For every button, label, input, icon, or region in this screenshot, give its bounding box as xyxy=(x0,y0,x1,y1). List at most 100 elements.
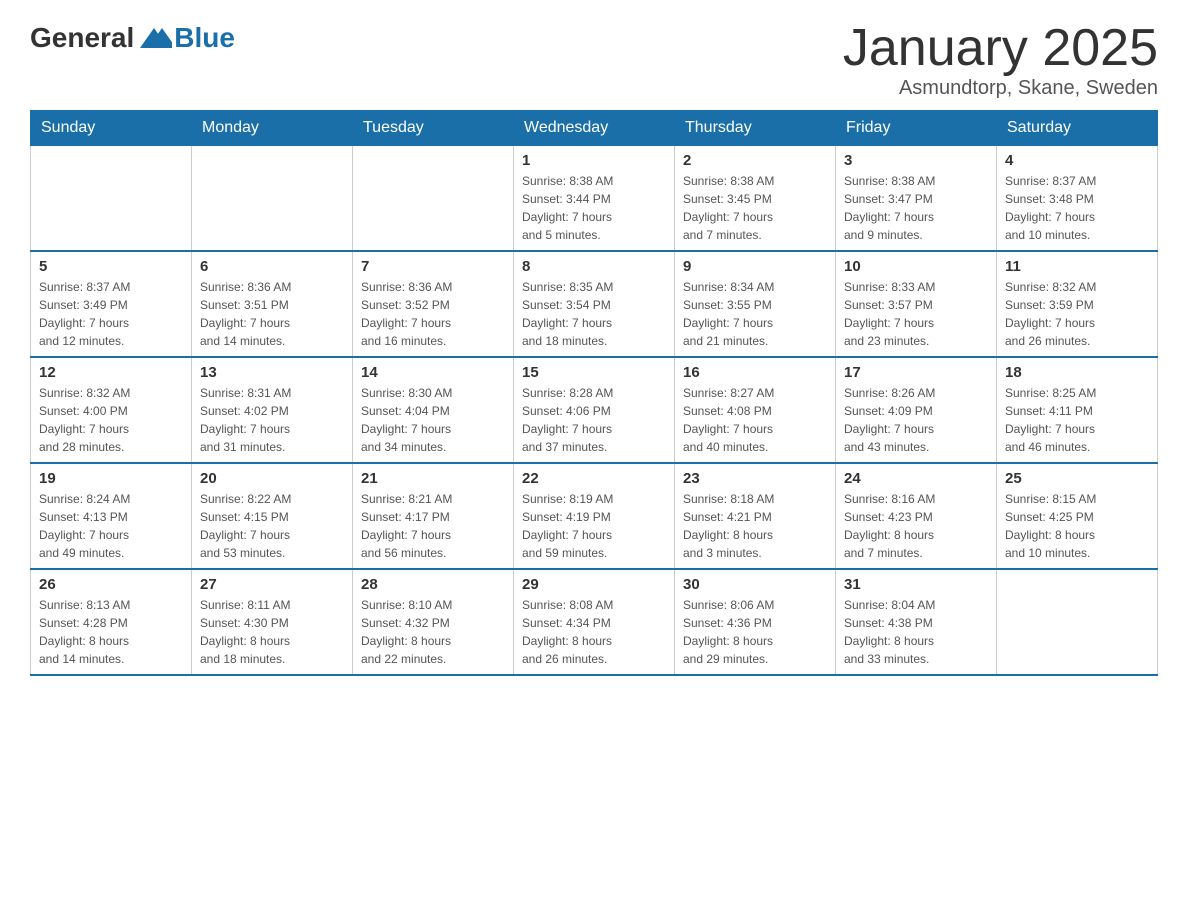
day-number: 27 xyxy=(200,576,344,593)
day-info: Sunrise: 8:25 AM Sunset: 4:11 PM Dayligh… xyxy=(1005,384,1149,456)
day-number: 30 xyxy=(683,576,827,593)
calendar-cell xyxy=(31,146,192,252)
day-number: 11 xyxy=(1005,258,1149,275)
calendar-cell: 31 Sunrise: 8:04 AM Sunset: 4:38 PM Dayli… xyxy=(836,569,997,675)
day-number: 20 xyxy=(200,470,344,487)
calendar-cell: 2 Sunrise: 8:38 AM Sunset: 3:45 PM Daylig… xyxy=(675,146,836,252)
calendar-cell: 9Sunrise: 8:34 AM Sunset: 3:55 PM Daylig… xyxy=(675,251,836,357)
day-info: Sunrise: 8:04 AM Sunset: 4:38 PM Dayligh… xyxy=(844,596,988,668)
calendar-cell: 22Sunrise: 8:19 AM Sunset: 4:19 PM Dayli… xyxy=(514,463,675,569)
day-number: 3 xyxy=(844,152,988,169)
day-info: Sunrise: 8:24 AM Sunset: 4:13 PM Dayligh… xyxy=(39,490,183,562)
calendar-body: 1Sunrise: 8:38 AM Sunset: 3:44 PM Daylig… xyxy=(31,146,1158,676)
day-number: 17 xyxy=(844,364,988,381)
day-info: Sunrise: 8:31 AM Sunset: 4:02 PM Dayligh… xyxy=(200,384,344,456)
calendar-cell: 23 Sunrise: 8:18 AM Sunset: 4:21 PM Dayli… xyxy=(675,463,836,569)
calendar-cell: 20 Sunrise: 8:22 AM Sunset: 4:15 PM Dayli… xyxy=(192,463,353,569)
day-number: 14 xyxy=(361,364,505,381)
calendar-cell: 3 Sunrise: 8:38 AM Sunset: 3:47 PM Daylig… xyxy=(836,146,997,252)
calendar-cell: 28Sunrise: 8:10 AM Sunset: 4:32 PM Dayli… xyxy=(353,569,514,675)
day-info: Sunrise: 8:08 AM Sunset: 4:34 PM Dayligh… xyxy=(522,596,666,668)
day-number: 5 xyxy=(39,258,183,275)
day-info: Sunrise: 8:21 AM Sunset: 4:17 PM Dayligh… xyxy=(361,490,505,562)
day-number: 9 xyxy=(683,258,827,275)
calendar-cell: 12Sunrise: 8:32 AM Sunset: 4:00 PM Dayli… xyxy=(31,357,192,463)
calendar-week-2: 5 Sunrise: 8:37 AM Sunset: 3:49 PM Daylig… xyxy=(31,251,1158,357)
day-number: 13 xyxy=(200,364,344,381)
calendar-cell: 16 Sunrise: 8:27 AM Sunset: 4:08 PM Dayli… xyxy=(675,357,836,463)
calendar-cell: 11 Sunrise: 8:32 AM Sunset: 3:59 PM Dayli… xyxy=(997,251,1158,357)
logo-text-blue: Blue xyxy=(174,22,235,53)
day-number: 8 xyxy=(522,258,666,275)
page-header: General Blue January 2025 Asmundtorp, Sk… xyxy=(30,20,1158,100)
calendar-cell: 17 Sunrise: 8:26 AM Sunset: 4:09 PM Dayli… xyxy=(836,357,997,463)
logo-icon xyxy=(136,20,172,56)
day-number: 15 xyxy=(522,364,666,381)
day-info: Sunrise: 8:38 AM Sunset: 3:47 PM Dayligh… xyxy=(844,172,988,244)
calendar-cell: 1Sunrise: 8:38 AM Sunset: 3:44 PM Daylig… xyxy=(514,146,675,252)
location: Asmundtorp, Skane, Sweden xyxy=(843,77,1158,100)
day-info: Sunrise: 8:27 AM Sunset: 4:08 PM Dayligh… xyxy=(683,384,827,456)
day-info: Sunrise: 8:35 AM Sunset: 3:54 PM Dayligh… xyxy=(522,278,666,350)
day-number: 31 xyxy=(844,576,988,593)
day-info: Sunrise: 8:37 AM Sunset: 3:49 PM Dayligh… xyxy=(39,278,183,350)
calendar-cell: 8 Sunrise: 8:35 AM Sunset: 3:54 PM Daylig… xyxy=(514,251,675,357)
day-info: Sunrise: 8:22 AM Sunset: 4:15 PM Dayligh… xyxy=(200,490,344,562)
calendar-week-4: 19 Sunrise: 8:24 AM Sunset: 4:13 PM Dayli… xyxy=(31,463,1158,569)
day-info: Sunrise: 8:16 AM Sunset: 4:23 PM Dayligh… xyxy=(844,490,988,562)
day-number: 12 xyxy=(39,364,183,381)
day-number: 19 xyxy=(39,470,183,487)
calendar-cell: 24 Sunrise: 8:16 AM Sunset: 4:23 PM Dayli… xyxy=(836,463,997,569)
day-number: 26 xyxy=(39,576,183,593)
calendar-week-5: 26 Sunrise: 8:13 AM Sunset: 4:28 PM Dayli… xyxy=(31,569,1158,675)
calendar-cell: 30 Sunrise: 8:06 AM Sunset: 4:36 PM Dayli… xyxy=(675,569,836,675)
calendar-table: Sunday Monday Tuesday Wednesday Thursday… xyxy=(30,110,1158,676)
day-info: Sunrise: 8:33 AM Sunset: 3:57 PM Dayligh… xyxy=(844,278,988,350)
day-info: Sunrise: 8:13 AM Sunset: 4:28 PM Dayligh… xyxy=(39,596,183,668)
day-info: Sunrise: 8:30 AM Sunset: 4:04 PM Dayligh… xyxy=(361,384,505,456)
day-info: Sunrise: 8:26 AM Sunset: 4:09 PM Dayligh… xyxy=(844,384,988,456)
title-block: January 2025 Asmundtorp, Skane, Sweden xyxy=(843,20,1158,100)
day-info: Sunrise: 8:06 AM Sunset: 4:36 PM Dayligh… xyxy=(683,596,827,668)
day-number: 1 xyxy=(522,152,666,169)
day-info: Sunrise: 8:36 AM Sunset: 3:52 PM Dayligh… xyxy=(361,278,505,350)
calendar-week-3: 12Sunrise: 8:32 AM Sunset: 4:00 PM Dayli… xyxy=(31,357,1158,463)
day-info: Sunrise: 8:19 AM Sunset: 4:19 PM Dayligh… xyxy=(522,490,666,562)
calendar-cell: 13 Sunrise: 8:31 AM Sunset: 4:02 PM Dayli… xyxy=(192,357,353,463)
calendar-cell: 15Sunrise: 8:28 AM Sunset: 4:06 PM Dayli… xyxy=(514,357,675,463)
calendar-cell: 25 Sunrise: 8:15 AM Sunset: 4:25 PM Dayli… xyxy=(997,463,1158,569)
calendar-cell xyxy=(353,146,514,252)
header-sunday: Sunday xyxy=(31,111,192,146)
calendar-cell: 7 Sunrise: 8:36 AM Sunset: 3:52 PM Daylig… xyxy=(353,251,514,357)
calendar-cell xyxy=(192,146,353,252)
calendar-cell: 21Sunrise: 8:21 AM Sunset: 4:17 PM Dayli… xyxy=(353,463,514,569)
header-row: Sunday Monday Tuesday Wednesday Thursday… xyxy=(31,111,1158,146)
calendar-cell: 6 Sunrise: 8:36 AM Sunset: 3:51 PM Daylig… xyxy=(192,251,353,357)
calendar-cell: 14 Sunrise: 8:30 AM Sunset: 4:04 PM Dayli… xyxy=(353,357,514,463)
day-number: 23 xyxy=(683,470,827,487)
day-number: 6 xyxy=(200,258,344,275)
day-number: 25 xyxy=(1005,470,1149,487)
day-info: Sunrise: 8:15 AM Sunset: 4:25 PM Dayligh… xyxy=(1005,490,1149,562)
day-number: 2 xyxy=(683,152,827,169)
day-info: Sunrise: 8:37 AM Sunset: 3:48 PM Dayligh… xyxy=(1005,172,1149,244)
day-number: 4 xyxy=(1005,152,1149,169)
day-number: 7 xyxy=(361,258,505,275)
header-friday: Friday xyxy=(836,111,997,146)
calendar-cell xyxy=(997,569,1158,675)
day-info: Sunrise: 8:36 AM Sunset: 3:51 PM Dayligh… xyxy=(200,278,344,350)
calendar-header: Sunday Monday Tuesday Wednesday Thursday… xyxy=(31,111,1158,146)
calendar-week-1: 1Sunrise: 8:38 AM Sunset: 3:44 PM Daylig… xyxy=(31,146,1158,252)
calendar-cell: 26 Sunrise: 8:13 AM Sunset: 4:28 PM Dayli… xyxy=(31,569,192,675)
calendar-cell: 29 Sunrise: 8:08 AM Sunset: 4:34 PM Dayli… xyxy=(514,569,675,675)
header-thursday: Thursday xyxy=(675,111,836,146)
day-number: 29 xyxy=(522,576,666,593)
day-info: Sunrise: 8:18 AM Sunset: 4:21 PM Dayligh… xyxy=(683,490,827,562)
header-wednesday: Wednesday xyxy=(514,111,675,146)
day-info: Sunrise: 8:38 AM Sunset: 3:45 PM Dayligh… xyxy=(683,172,827,244)
header-saturday: Saturday xyxy=(997,111,1158,146)
day-number: 16 xyxy=(683,364,827,381)
month-title: January 2025 xyxy=(843,20,1158,77)
day-number: 24 xyxy=(844,470,988,487)
day-info: Sunrise: 8:32 AM Sunset: 3:59 PM Dayligh… xyxy=(1005,278,1149,350)
